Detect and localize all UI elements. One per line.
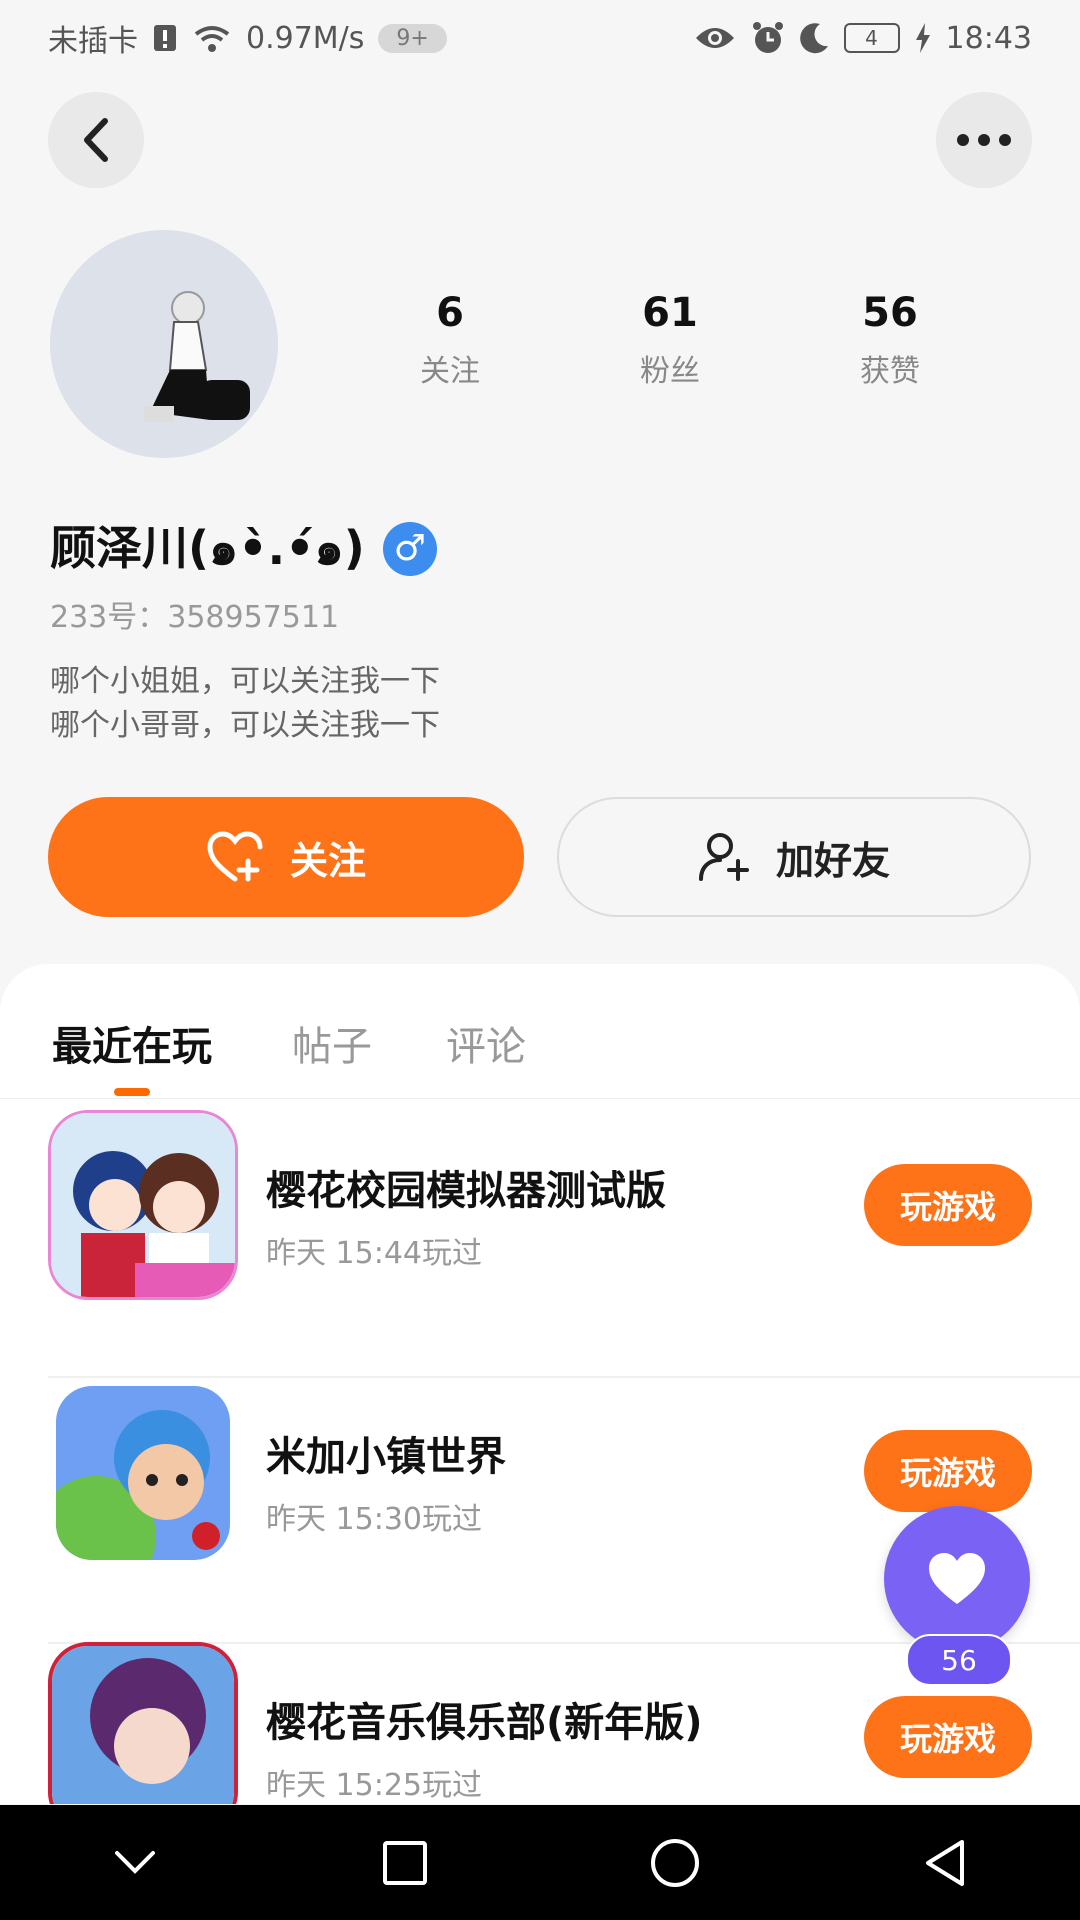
game-title: 樱花校园模拟器测试版 (266, 1168, 666, 1214)
stat-label: 粉丝 (640, 354, 700, 389)
heart-icon (929, 1553, 985, 1604)
active-tab-indicator (114, 1088, 150, 1096)
network-speed: 0.97M/s (246, 20, 365, 56)
play-game-button[interactable]: 玩游戏 (864, 1164, 1032, 1246)
game-icon-sakura-school[interactable] (48, 1110, 238, 1300)
stat-label: 获赞 (860, 354, 920, 389)
stat-value: 6 (436, 290, 464, 336)
user-id: 233号：358957511 (50, 600, 340, 635)
more-options-button[interactable] (936, 92, 1032, 188)
nav-collapse-button[interactable] (85, 1813, 185, 1913)
follow-label: 关注 (289, 838, 366, 883)
heart-plus-icon (207, 831, 263, 882)
clock-time: 18:43 (945, 20, 1032, 56)
nav-home-button[interactable] (625, 1813, 725, 1913)
chevron-down-icon (115, 1850, 155, 1874)
name-row: 顾泽川(๑•̀.•́๑) ♂ (50, 512, 437, 585)
username: 顾泽川(๑•̀.•́๑) (50, 521, 365, 575)
charging-icon (915, 23, 930, 53)
profile-stats: 6 关注 61 粉丝 56 获赞 (340, 290, 1000, 390)
game-last-played: 昨天 15:30玩过 (266, 1502, 482, 1537)
tab-recently-played[interactable]: 最近在玩 (52, 1014, 212, 1072)
bio-line: 哪个小哥哥，可以关注我一下 (50, 708, 440, 743)
square-icon (383, 1840, 427, 1885)
add-user-icon (698, 833, 749, 881)
stat-label: 关注 (420, 354, 480, 389)
notification-badge: 9+ (378, 23, 447, 53)
avatar-character-image (144, 291, 250, 422)
male-gender-icon: ♂ (382, 521, 437, 576)
carrier-text: 未插卡 (48, 24, 138, 59)
stat-value: 61 (642, 290, 698, 336)
add-friend-button[interactable]: 加好友 (557, 797, 1031, 917)
stat-value: 56 (862, 290, 918, 336)
tab-posts[interactable]: 帖子 (292, 1014, 372, 1072)
bio: 哪个小姐姐，可以关注我一下 哪个小哥哥，可以关注我一下 (50, 660, 440, 748)
more-dots-icon (957, 134, 1011, 146)
nav-back-button[interactable] (895, 1813, 995, 1913)
stat-following[interactable]: 6 关注 (360, 290, 540, 390)
battery-level: 4 (865, 26, 878, 50)
eye-icon (695, 28, 734, 48)
follow-button[interactable]: 关注 (48, 797, 524, 917)
battery-icon: 4 (843, 23, 900, 53)
moon-icon (799, 23, 828, 54)
play-game-button[interactable]: 玩游戏 (864, 1696, 1032, 1778)
like-count-badge: 56 (906, 1634, 1012, 1686)
bio-line: 哪个小姐姐，可以关注我一下 (50, 664, 440, 699)
alarm-icon (752, 22, 783, 53)
game-last-played: 昨天 15:25玩过 (266, 1768, 482, 1803)
play-game-button[interactable]: 玩游戏 (864, 1430, 1032, 1512)
tab-comments[interactable]: 评论 (446, 1014, 526, 1072)
circle-icon (651, 1838, 699, 1887)
add-friend-label: 加好友 (775, 838, 890, 883)
tab-bar: 最近在玩 帖子 评论 (0, 964, 1080, 1099)
game-last-played: 昨天 15:44玩过 (266, 1236, 482, 1271)
stat-fans[interactable]: 61 粉丝 (580, 290, 760, 390)
game-icon-sakura-music-club[interactable] (48, 1642, 238, 1804)
system-nav-bar (0, 1805, 1080, 1920)
status-bar: 未插卡 0.97M/s 9+ 4 18:43 (0, 0, 1080, 76)
game-title: 樱花音乐俱乐部(新年版) (266, 1700, 703, 1746)
nav-recents-button[interactable] (355, 1813, 455, 1913)
sim-alert-icon (154, 25, 176, 51)
back-button[interactable] (48, 92, 144, 188)
game-title: 米加小镇世界 (266, 1434, 506, 1480)
chevron-left-icon (84, 118, 108, 162)
stat-likes[interactable]: 56 获赞 (800, 290, 980, 390)
triangle-back-icon (926, 1839, 964, 1886)
game-icon-toca-world[interactable] (56, 1386, 230, 1560)
like-floating-button[interactable] (884, 1506, 1030, 1652)
avatar[interactable] (50, 230, 278, 458)
game-list-item[interactable]: 樱花校园模拟器测试版 昨天 15:44玩过 玩游戏 (48, 1110, 1080, 1378)
wifi-icon (194, 26, 230, 52)
